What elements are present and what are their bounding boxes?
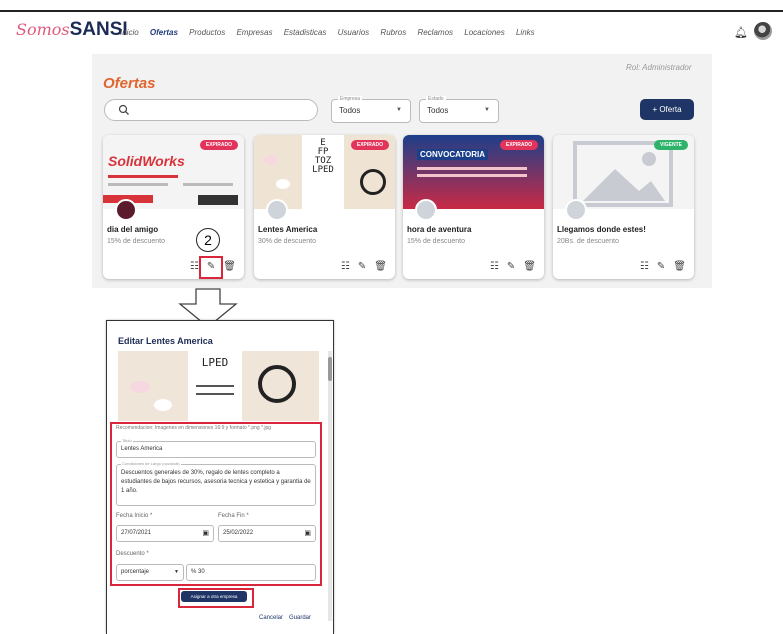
offer-discount: 30% de descuento: [258, 238, 316, 245]
nav-item-ofertas[interactable]: Ofertas: [150, 28, 178, 37]
modal-title: Editar Lentes America: [118, 336, 213, 346]
edit-icon[interactable]: ✎: [657, 261, 665, 272]
status-badge: VIGENTE: [654, 140, 688, 150]
estado-select[interactable]: Estado Todos ▼: [419, 96, 499, 123]
offer-discount: 15% de descuento: [407, 238, 465, 245]
offer-discount: 15% de descuento: [107, 238, 165, 245]
top-border-line: [0, 10, 783, 12]
offer-name: dia del amigo: [107, 225, 159, 234]
delete-icon[interactable]: 🗑︎: [223, 261, 236, 272]
step-number-annotation: 2: [196, 228, 220, 252]
nav-item-empresas[interactable]: Empresas: [236, 28, 272, 37]
details-icon[interactable]: ☷: [190, 261, 199, 272]
empresa-select-label: Empresa: [338, 96, 363, 102]
logo-bold-text: SANSI: [69, 19, 128, 40]
delete-icon[interactable]: 🗑︎: [374, 261, 387, 272]
modal-scrollbar[interactable]: [328, 351, 332, 621]
form-highlight: [110, 422, 322, 586]
card-actions: ☷ ✎ 🗑︎: [632, 261, 686, 272]
offer-name: Llegamos donde estes!: [557, 225, 646, 234]
estado-select-value: Todos: [427, 106, 449, 115]
card-actions: ☷ ✎ 🗑︎: [482, 261, 536, 272]
assign-company-button[interactable]: Asignar a otra empresa: [181, 591, 247, 602]
chevron-down-icon: ▼: [484, 107, 490, 113]
nav-item-reclamos[interactable]: Reclamos: [417, 28, 453, 37]
nav-item-usuarios[interactable]: Usuarios: [338, 28, 370, 37]
nav-item-estadisticas[interactable]: Estadisticas: [284, 28, 327, 37]
details-icon[interactable]: ☷: [490, 261, 499, 272]
nav-item-links[interactable]: Links: [516, 28, 535, 37]
empresa-select-value: Todos: [339, 106, 361, 115]
nav-item-productos[interactable]: Productos: [189, 28, 225, 37]
company-avatar: [266, 199, 288, 221]
nav-item-rubros[interactable]: Rubros: [380, 28, 406, 37]
details-icon[interactable]: ☷: [341, 261, 350, 272]
offer-card[interactable]: CONVOCATORIA EXPIRADO hora de aventura 1…: [403, 135, 544, 279]
offer-card[interactable]: E FP TOZ LPED EXPIRADO Lentes America 30% d…: [254, 135, 395, 279]
nav-item-inicio[interactable]: Inicio: [120, 28, 139, 37]
logo-script-text: Somos: [16, 20, 70, 39]
status-badge: EXPIRADO: [350, 140, 389, 150]
offer-image-preview[interactable]: LPED: [118, 351, 319, 421]
main-menu: Inicio Ofertas Productos Empresas Estadi…: [120, 28, 544, 37]
offer-name: Lentes America: [258, 225, 318, 234]
empresa-select[interactable]: Empresa Todos ▼: [331, 96, 411, 123]
details-icon[interactable]: ☷: [640, 261, 649, 272]
card-actions: ☷ ✎ 🗑︎: [333, 261, 387, 272]
search-input[interactable]: [104, 99, 318, 121]
offer-name: hora de aventura: [407, 225, 472, 234]
delete-icon[interactable]: 🗑︎: [673, 261, 686, 272]
role-label: Rol: Administrador: [626, 63, 692, 72]
company-avatar: [115, 199, 137, 221]
save-button[interactable]: Guardar: [289, 615, 311, 621]
bell-icon[interactable]: 🔔︎: [734, 26, 748, 39]
add-offer-button[interactable]: + Oferta: [640, 99, 694, 120]
page-title: Ofertas: [103, 75, 156, 92]
company-avatar: [565, 199, 587, 221]
edit-icon[interactable]: ✎: [507, 261, 515, 272]
status-badge: EXPIRADO: [499, 140, 538, 150]
offer-image-text: CONVOCATORIA: [417, 149, 489, 160]
estado-select-label: Estado: [426, 96, 446, 102]
app-logo[interactable]: SomosSANSI: [16, 20, 128, 40]
nav-item-locaciones[interactable]: Locaciones: [464, 28, 504, 37]
chevron-down-icon: ▼: [396, 107, 402, 113]
offer-card[interactable]: VIGENTE Llegamos donde estes! 20Bs. de d…: [553, 135, 694, 279]
delete-icon[interactable]: 🗑︎: [523, 261, 536, 272]
company-avatar: [415, 199, 437, 221]
offer-image-text: SolidWorks: [108, 153, 185, 169]
cancel-button[interactable]: Cancelar: [259, 615, 283, 621]
avatar[interactable]: [754, 22, 772, 40]
search-icon: [118, 104, 129, 115]
status-badge: EXPIRADO: [199, 140, 238, 150]
edit-icon[interactable]: ✎: [358, 261, 366, 272]
edit-icon-highlight: [199, 256, 223, 279]
offer-discount: 20Bs. de descuento: [557, 238, 619, 245]
